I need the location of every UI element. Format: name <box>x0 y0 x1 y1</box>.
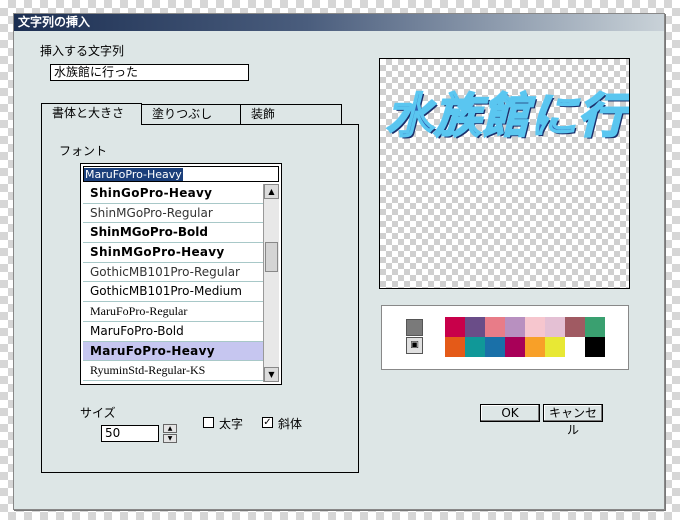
font-list-item[interactable]: ShinMGoPro-Bold <box>83 223 263 244</box>
font-list-item[interactable]: ShinMGoPro-Heavy <box>83 243 263 263</box>
insert-text-dialog: 文字列の挿入 挿入する文字列 水族館に行った 書体と大きさ 塗りつぶし 装飾 フ… <box>13 13 665 510</box>
color-swatch[interactable] <box>585 337 605 357</box>
scroll-thumb[interactable] <box>265 242 278 272</box>
dialog-title: 文字列の挿入 <box>14 14 664 31</box>
italic-checkbox[interactable]: ✓ <box>262 417 273 428</box>
size-label: サイズ <box>80 406 116 420</box>
size-input[interactable]: 50 <box>101 425 159 442</box>
insert-text-input[interactable]: 水族館に行った <box>50 64 249 81</box>
color-swatch[interactable] <box>445 337 465 357</box>
color-swatch[interactable] <box>465 317 485 337</box>
font-list: ShinGoPro-Heavy ShinMGoPro-Regular ShinMGo… <box>83 184 263 382</box>
italic-label: 斜体 <box>278 417 303 431</box>
size-increase-icon[interactable]: ▲ <box>163 424 177 433</box>
font-list-item[interactable]: ShinGoPro-Heavy <box>83 184 263 204</box>
font-list-item[interactable]: GothicMB101Pro-Regular <box>83 263 263 283</box>
cancel-button[interactable]: キャンセル <box>543 404 603 437</box>
bold-checkbox[interactable] <box>203 417 214 428</box>
tab-font-and-size[interactable]: 書体と大きさ <box>41 103 142 125</box>
preview-text: 水族館に行 <box>385 88 626 145</box>
font-list-item[interactable]: GothicMB101Pro-Medium <box>83 282 263 303</box>
color-swatch[interactable] <box>465 337 485 357</box>
font-list-item[interactable]: ShinMGoPro-Regular <box>83 204 263 224</box>
font-list-item[interactable]: MaruFoPro-Regular <box>83 302 263 322</box>
bold-label: 太字 <box>219 417 244 431</box>
color-swatch[interactable] <box>545 317 565 337</box>
insert-text-label: 挿入する文字列 <box>40 44 125 58</box>
font-list-item[interactable]: MaruFoPro-Heavy <box>83 341 263 362</box>
color-swatch[interactable] <box>565 337 585 357</box>
color-swatch[interactable] <box>485 317 505 337</box>
color-swatch[interactable] <box>445 317 465 337</box>
current-color-swatch[interactable] <box>406 319 423 336</box>
color-picker-icon[interactable]: ▣ <box>406 337 423 354</box>
font-label: フォント <box>59 144 108 158</box>
text-preview: 水族館に行 <box>379 58 630 289</box>
color-swatch[interactable] <box>525 317 545 337</box>
tab-fill[interactable]: 塗りつぶし <box>141 104 241 124</box>
color-swatch[interactable] <box>505 337 525 357</box>
font-name-value: MaruFoPro-Heavy <box>84 168 183 181</box>
color-palette: ▣ <box>381 305 629 370</box>
color-swatch[interactable] <box>525 337 545 357</box>
color-swatch[interactable] <box>565 317 585 337</box>
size-decrease-icon[interactable]: ▼ <box>163 434 177 443</box>
color-swatch[interactable] <box>485 337 505 357</box>
font-list-scrollbar[interactable]: ▲ ▼ <box>263 184 279 382</box>
font-name-input[interactable]: MaruFoPro-Heavy <box>83 166 279 182</box>
color-swatch[interactable] <box>505 317 525 337</box>
tab-decoration[interactable]: 装飾 <box>240 104 342 124</box>
scroll-down-arrow-icon[interactable]: ▼ <box>264 367 279 382</box>
font-listbox: MaruFoPro-Heavy ShinGoPro-Heavy ShinMGoPr… <box>80 163 282 385</box>
font-list-item[interactable]: RyuminStd-Regular-KS <box>83 361 263 381</box>
color-swatch[interactable] <box>585 317 605 337</box>
color-swatch[interactable] <box>545 337 565 357</box>
font-list-item[interactable]: MaruFoPro-Bold <box>83 322 263 342</box>
ok-button[interactable]: OK <box>480 404 540 422</box>
scroll-up-arrow-icon[interactable]: ▲ <box>264 184 279 199</box>
